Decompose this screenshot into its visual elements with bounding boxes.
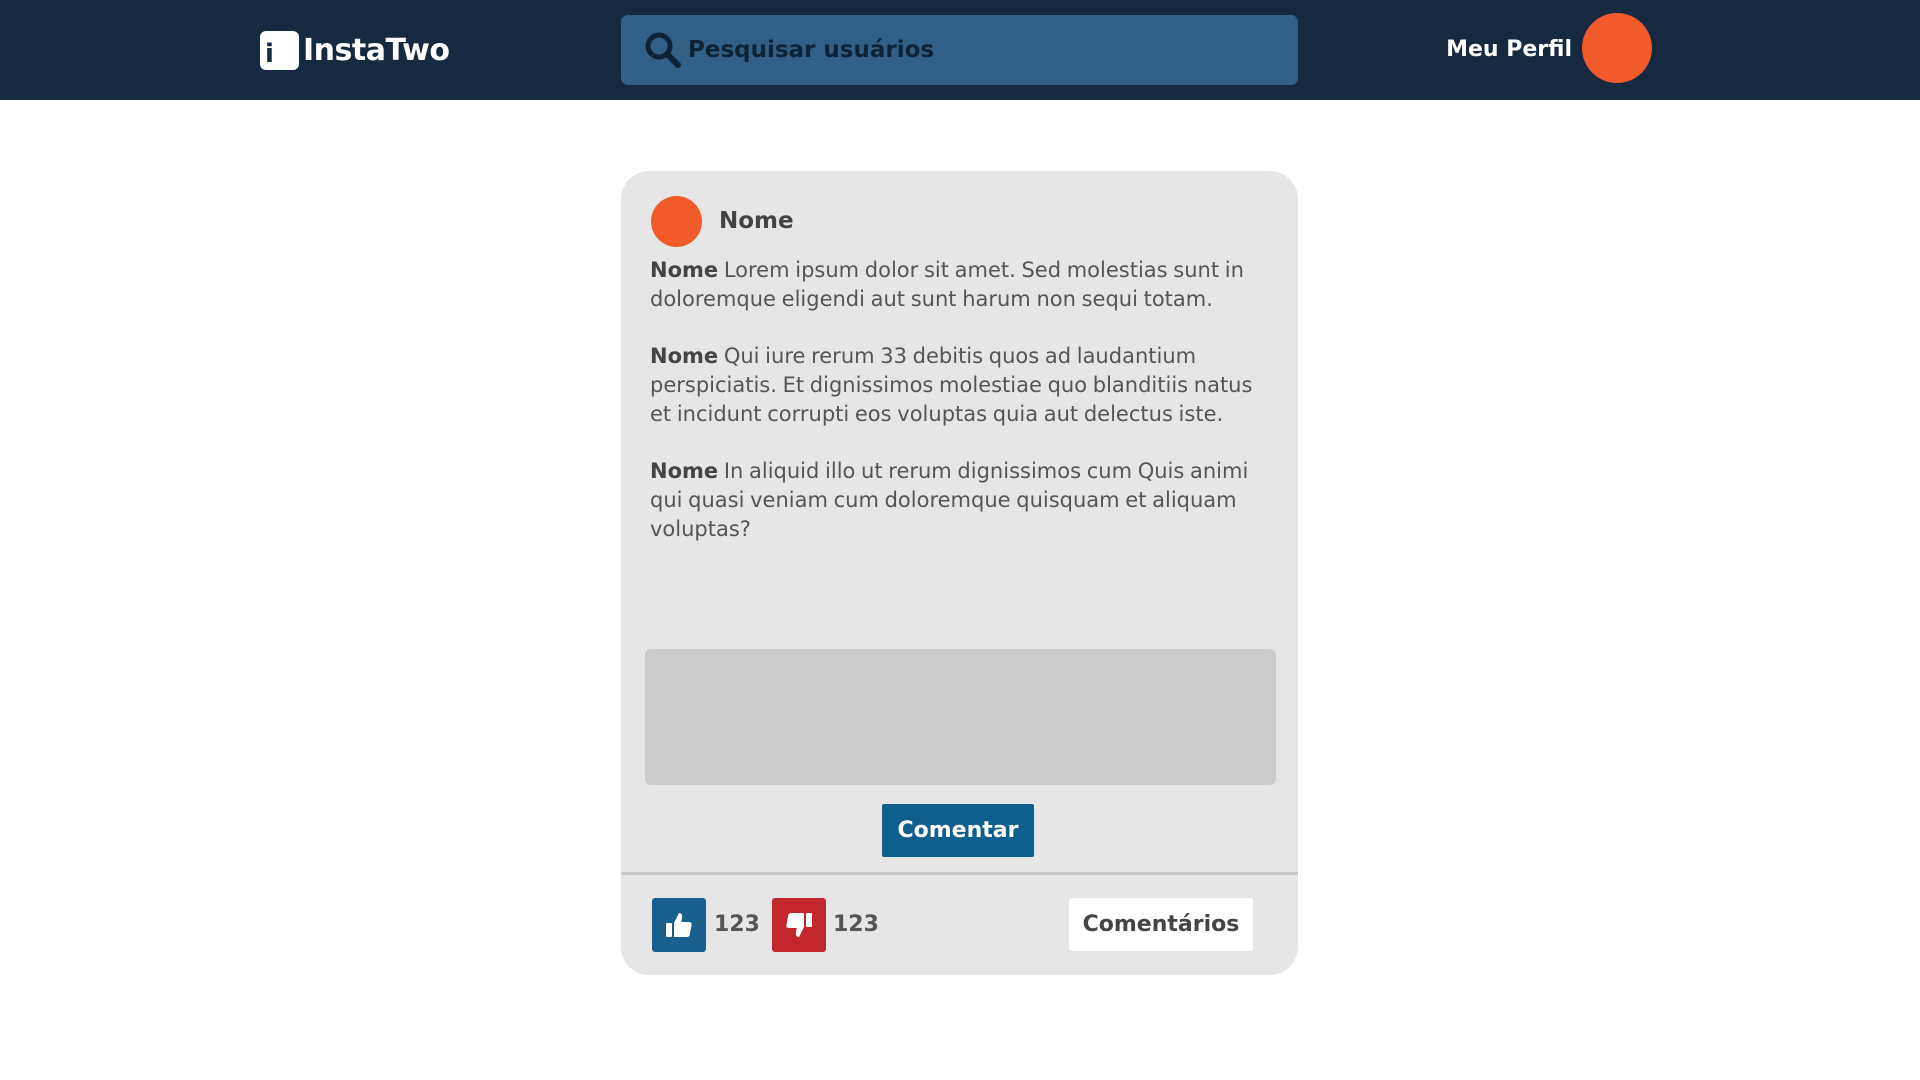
comment-text: Lorem ipsum dolor sit amet. Sed molestia… bbox=[650, 258, 1244, 311]
dislike-count: 123 bbox=[833, 912, 879, 937]
post-author-name[interactable]: Nome bbox=[719, 205, 794, 237]
dislike-button[interactable] bbox=[772, 898, 826, 952]
logo-text: InstaTwo bbox=[303, 32, 450, 68]
comment-item: Nome In aliquid illo ut rerum dignissimo… bbox=[650, 457, 1270, 544]
logo-icon-letter: i bbox=[265, 38, 274, 69]
comment-submit-button[interactable]: Comentar bbox=[882, 804, 1034, 857]
search-input[interactable] bbox=[688, 15, 1278, 85]
comment-item: Nome Qui iure rerum 33 debitis quos ad l… bbox=[650, 342, 1270, 429]
post-divider bbox=[621, 872, 1298, 875]
comment-input[interactable] bbox=[645, 649, 1276, 785]
comment-author: Nome bbox=[650, 459, 719, 483]
comment-text: Qui iure rerum 33 debitis quos ad laudan… bbox=[650, 344, 1253, 426]
logo-icon: i bbox=[260, 30, 299, 70]
comment-text: In aliquid illo ut rerum dignissimos cum… bbox=[650, 459, 1249, 541]
thumbs-up-icon bbox=[666, 913, 692, 937]
top-navbar: i InstaTwo Meu Perfil bbox=[0, 0, 1920, 100]
like-count: 123 bbox=[714, 912, 760, 937]
comments-button[interactable]: Comentários bbox=[1069, 898, 1253, 951]
comment-item: Nome Lorem ipsum dolor sit amet. Sed mol… bbox=[650, 256, 1270, 314]
post-card: Nome Nome Lorem ipsum dolor sit amet. Se… bbox=[621, 171, 1298, 975]
comment-author: Nome bbox=[650, 258, 719, 282]
profile-avatar[interactable] bbox=[1582, 13, 1652, 83]
comments-list: Nome Lorem ipsum dolor sit amet. Sed mol… bbox=[650, 256, 1270, 572]
profile-link[interactable]: Meu Perfil bbox=[1446, 34, 1572, 66]
post-author-avatar[interactable] bbox=[651, 196, 702, 247]
logo[interactable]: i InstaTwo bbox=[260, 30, 450, 70]
like-button[interactable] bbox=[652, 898, 706, 952]
search-icon bbox=[645, 32, 681, 68]
search-bar[interactable] bbox=[621, 15, 1298, 85]
thumbs-down-icon bbox=[786, 913, 812, 937]
comment-author: Nome bbox=[650, 344, 719, 368]
